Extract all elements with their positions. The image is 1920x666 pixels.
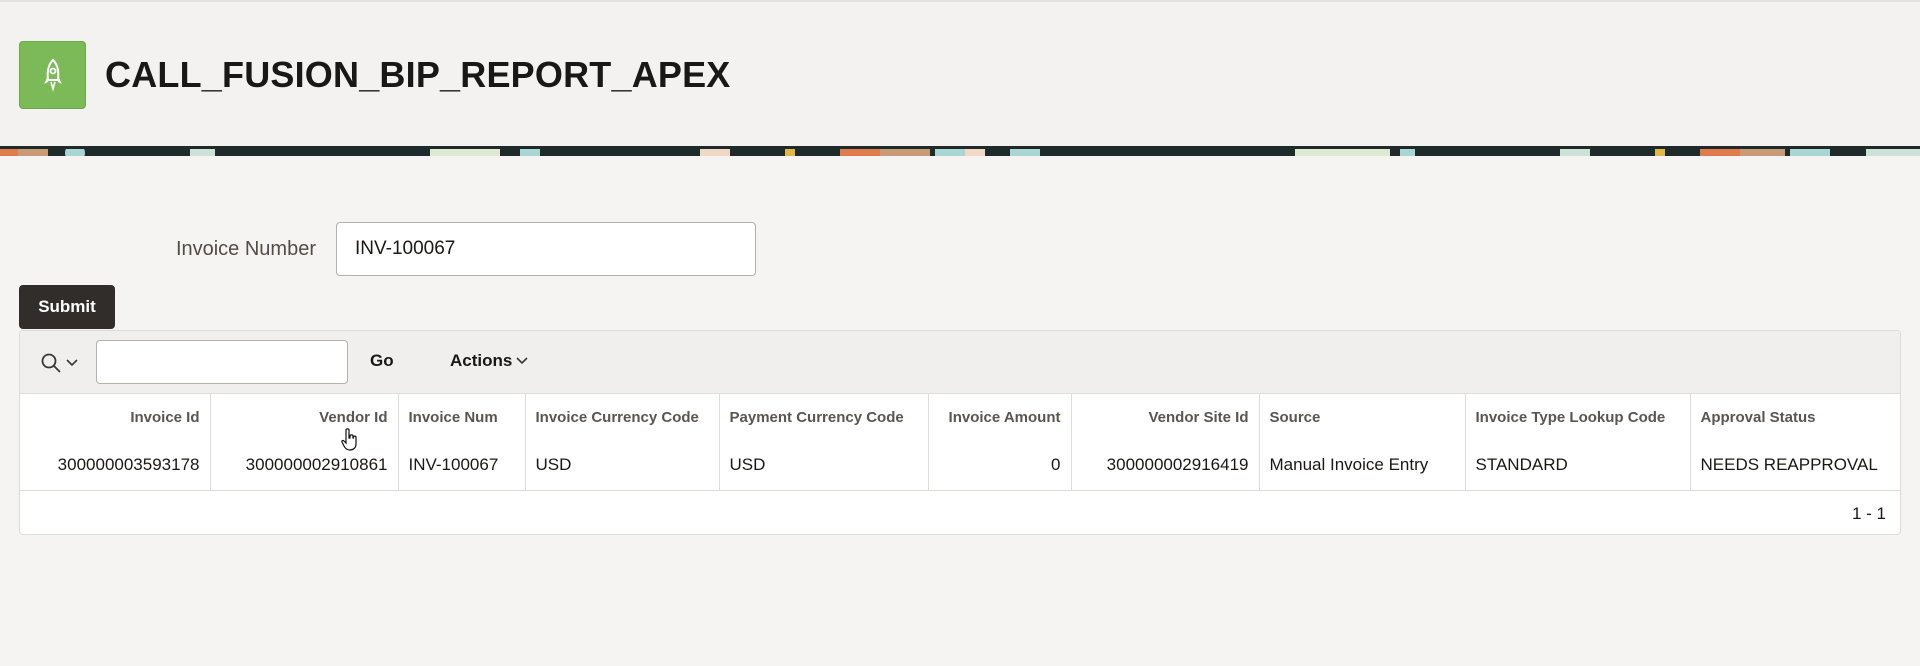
column-header-invoice-currency-code[interactable]: Invoice Currency Code [525, 394, 720, 441]
interactive-report: Go Actions Invoice Id Vendor Id Invoice … [19, 330, 1901, 535]
cell-invoice-type-lookup-code: STANDARD [1465, 441, 1691, 491]
cell-vendor-id: 300000002910861 [210, 441, 399, 491]
rocket-icon [43, 58, 62, 92]
report-toolbar: Go Actions [20, 331, 1900, 394]
invoice-number-label: Invoice Number [175, 238, 316, 260]
table-header-row: Invoice Id Vendor Id Invoice Num Invoice… [20, 394, 1900, 441]
column-header-vendor-site-id[interactable]: Vendor Site Id [1071, 394, 1260, 441]
cell-invoice-id: 300000003593178 [20, 441, 211, 491]
column-header-invoice-type-lookup-code[interactable]: Invoice Type Lookup Code [1465, 394, 1691, 441]
column-header-vendor-id[interactable]: Vendor Id [210, 394, 399, 441]
cell-source: Manual Invoice Entry [1259, 441, 1466, 491]
cell-invoice-currency-code: USD [525, 441, 720, 491]
column-header-source[interactable]: Source [1259, 394, 1466, 441]
cell-vendor-site-id: 300000002916419 [1071, 441, 1260, 491]
cell-payment-currency-code: USD [719, 441, 929, 491]
search-column-dropdown[interactable] [40, 351, 80, 375]
page-title: CALL_FUSION_BIP_REPORT_APEX [105, 54, 731, 95]
submit-button[interactable]: Submit [19, 285, 115, 329]
table-row: 300000003593178 300000002910861 INV-1000… [20, 441, 1900, 491]
invoice-number-input[interactable] [336, 222, 756, 276]
pagination-range: 1 - 1 [1851, 504, 1886, 523]
report-search-input[interactable] [96, 340, 348, 384]
hand-cursor-icon [341, 428, 357, 451]
column-header-invoice-amount[interactable]: Invoice Amount [928, 394, 1072, 441]
cell-invoice-amount: 0 [928, 441, 1072, 491]
chevron-down-icon [516, 357, 528, 365]
column-header-payment-currency-code[interactable]: Payment Currency Code [719, 394, 929, 441]
column-header-approval-status[interactable]: Approval Status [1690, 394, 1900, 441]
actions-label: Actions [450, 351, 513, 370]
go-button[interactable]: Go [370, 351, 394, 371]
banner-pattern [0, 146, 1920, 156]
report-table: Invoice Id Vendor Id Invoice Num Invoice… [20, 394, 1900, 491]
cell-invoice-num: INV-100067 [398, 441, 526, 491]
search-icon [41, 353, 61, 373]
column-header-invoice-num[interactable]: Invoice Num [398, 394, 526, 441]
chevron-down-icon [66, 359, 78, 367]
cell-approval-status: NEEDS REAPPROVAL [1690, 441, 1900, 491]
page-header: CALL_FUSION_BIP_REPORT_APEX [0, 2, 1920, 147]
actions-menu-button[interactable]: Actions [450, 351, 528, 371]
app-logo [19, 41, 86, 109]
column-header-invoice-id[interactable]: Invoice Id [20, 394, 211, 441]
header-banner [0, 146, 1920, 156]
